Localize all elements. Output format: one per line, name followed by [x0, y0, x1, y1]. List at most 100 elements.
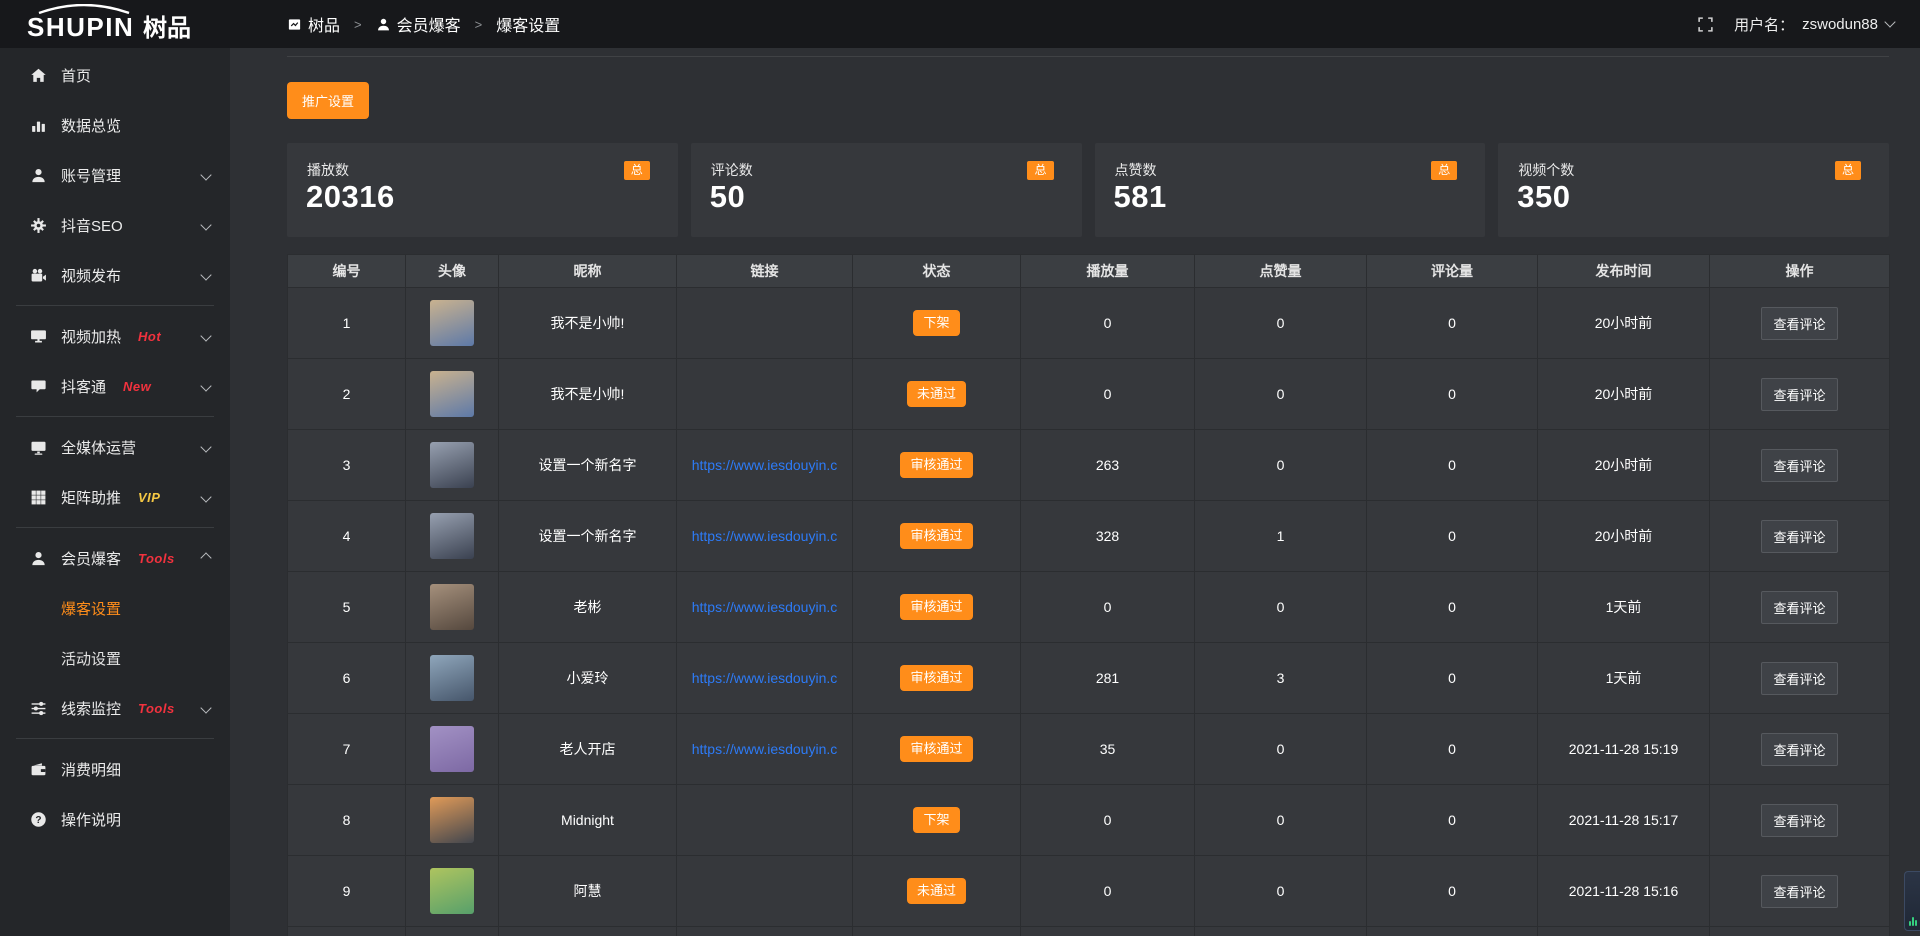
sidebar-subitem-activity-settings[interactable]: 活动设置 — [0, 633, 230, 683]
chevron-down-icon — [202, 382, 210, 390]
breadcrumb-item-home[interactable]: 树品 — [308, 12, 340, 36]
cell-publish-time: 20小时前 — [1538, 430, 1710, 501]
stat-value: 581 — [1114, 179, 1167, 215]
sidebar-item-douketong[interactable]: 抖客通New — [0, 361, 230, 411]
video-link[interactable]: https://www.iesdouyin.c — [692, 599, 838, 615]
user-menu[interactable]: 用户名：zswodun88 — [1734, 14, 1894, 35]
cell-avatar — [406, 572, 499, 643]
sidebar-item-video-publish[interactable]: 视频发布 — [0, 250, 230, 300]
sidebar-item-all-media-operation[interactable]: 全媒体运营 — [0, 422, 230, 472]
equalizer-icon — [1909, 917, 1917, 926]
stat-label: 点赞数 — [1115, 160, 1157, 180]
username: zswodun88 — [1802, 16, 1878, 33]
stat-value: 350 — [1517, 179, 1570, 215]
cell-publish-time: 2021-11-28 15:17 — [1538, 785, 1710, 856]
status-badge: 未通过 — [907, 878, 966, 904]
cell-likes: 0 — [1195, 359, 1367, 430]
cell-nickname: 老人开店 — [499, 714, 677, 785]
sidebar-item-label: 数据总览 — [61, 115, 121, 136]
sidebar-item-consumption-details[interactable]: 消费明细 — [0, 744, 230, 794]
video-link[interactable]: https://www.iesdouyin.c — [692, 741, 838, 757]
stat-label: 评论数 — [711, 160, 753, 180]
sliders-icon — [30, 700, 47, 717]
monitor-icon — [30, 439, 47, 456]
view-comments-button[interactable]: 查看评论 — [1761, 804, 1837, 837]
view-comments-button[interactable]: 查看评论 — [1761, 449, 1837, 482]
status-badge: 下架 — [913, 807, 959, 833]
cell-link — [677, 288, 853, 359]
column-header: 播放量 — [1021, 255, 1195, 288]
sidebar-item-clue-monitoring[interactable]: 线索监控Tools — [0, 683, 230, 733]
view-comments-button[interactable]: 查看评论 — [1761, 591, 1837, 624]
promotion-settings-button[interactable]: 推广设置 — [287, 82, 369, 119]
view-comments-button[interactable]: 查看评论 — [1761, 662, 1837, 695]
breadcrumb-separator: > — [475, 17, 483, 32]
cell-index: 7 — [288, 714, 406, 785]
sidebar-item-douyin-seo[interactable]: 抖音SEO — [0, 200, 230, 250]
avatar — [430, 655, 474, 701]
cell-nickname: Midnight — [499, 785, 677, 856]
status-badge: 审核通过 — [900, 452, 972, 478]
sidebar-item-tag: New — [123, 379, 151, 394]
cell-status — [853, 927, 1021, 936]
cell-link: https://www.iesdouyin.c — [677, 714, 853, 785]
cell-publish-time: 2021-11-28 15:16 — [1538, 856, 1710, 927]
sidebar-menu: 首页数据总览账号管理抖音SEO视频发布视频加热Hot抖客通New全媒体运营矩阵助… — [0, 50, 230, 844]
cell-action: 查看评论 — [1710, 359, 1890, 430]
board-icon — [287, 17, 302, 32]
table-row — [288, 927, 1890, 936]
total-badge: 总 — [624, 161, 650, 180]
cell-avatar — [406, 288, 499, 359]
sidebar-item-data-overview[interactable]: 数据总览 — [0, 100, 230, 150]
table-row: 8Midnight下架0002021-11-28 15:17查看评论 — [288, 785, 1890, 856]
cell-index: 2 — [288, 359, 406, 430]
cell-comments: 0 — [1367, 572, 1538, 643]
logo-text-en: SHUPIN — [27, 12, 134, 42]
sidebar: 首页数据总览账号管理抖音SEO视频发布视频加热Hot抖客通New全媒体运营矩阵助… — [0, 48, 230, 936]
cell-comments: 0 — [1367, 288, 1538, 359]
sidebar-item-video-heating[interactable]: 视频加热Hot — [0, 311, 230, 361]
cell-plays: 0 — [1021, 856, 1195, 927]
sidebar-item-label: 账号管理 — [61, 165, 121, 186]
sidebar-item-member-baoke[interactable]: 会员爆客Tools — [0, 533, 230, 583]
sidebar-item-label: 操作说明 — [61, 809, 121, 830]
view-comments-button[interactable]: 查看评论 — [1761, 733, 1837, 766]
chevron-down-icon — [202, 332, 210, 340]
table-row: 7老人开店https://www.iesdouyin.c审核通过35002021… — [288, 714, 1890, 785]
cell-status: 未通过 — [853, 856, 1021, 927]
floating-widget[interactable] — [1904, 871, 1920, 931]
sidebar-item-label: 矩阵助推 — [61, 487, 121, 508]
sidebar-item-operation-guide[interactable]: ?操作说明 — [0, 794, 230, 844]
view-comments-button[interactable]: 查看评论 — [1761, 378, 1837, 411]
sidebar-subitem-baoke-settings[interactable]: 爆客设置 — [0, 583, 230, 633]
cell-link — [677, 856, 853, 927]
cell-action: 查看评论 — [1710, 643, 1890, 714]
header-divider — [287, 56, 1889, 57]
video-link[interactable]: https://www.iesdouyin.c — [692, 457, 838, 473]
fullscreen-icon[interactable] — [1697, 16, 1714, 33]
view-comments-button[interactable]: 查看评论 — [1761, 875, 1837, 908]
cell-likes: 0 — [1195, 856, 1367, 927]
breadcrumb-separator: > — [354, 17, 362, 32]
cell-status: 审核通过 — [853, 430, 1021, 501]
sidebar-item-account-management[interactable]: 账号管理 — [0, 150, 230, 200]
sidebar-item-matrix-boost[interactable]: 矩阵助推VIP — [0, 472, 230, 522]
breadcrumb-item-parent[interactable]: 会员爆客 — [397, 12, 461, 36]
total-badge: 总 — [1835, 161, 1861, 180]
table-row: 2我不是小帅!未通过00020小时前查看评论 — [288, 359, 1890, 430]
avatar — [430, 371, 474, 417]
cell-publish-time: 20小时前 — [1538, 359, 1710, 430]
view-comments-button[interactable]: 查看评论 — [1761, 307, 1837, 340]
breadcrumb-item-current: 爆客设置 — [496, 12, 560, 36]
view-comments-button[interactable]: 查看评论 — [1761, 520, 1837, 553]
stat-value: 50 — [710, 179, 745, 215]
video-link[interactable]: https://www.iesdouyin.c — [692, 670, 838, 686]
cell-index: 1 — [288, 288, 406, 359]
cell-comments: 0 — [1367, 714, 1538, 785]
cell-nickname: 老彬 — [499, 572, 677, 643]
sidebar-item-home[interactable]: 首页 — [0, 50, 230, 100]
user-icon — [30, 550, 47, 567]
cell-publish-time: 1天前 — [1538, 643, 1710, 714]
breadcrumb: 树品 > 会员爆客 > 爆客设置 — [287, 12, 560, 36]
video-link[interactable]: https://www.iesdouyin.c — [692, 528, 838, 544]
